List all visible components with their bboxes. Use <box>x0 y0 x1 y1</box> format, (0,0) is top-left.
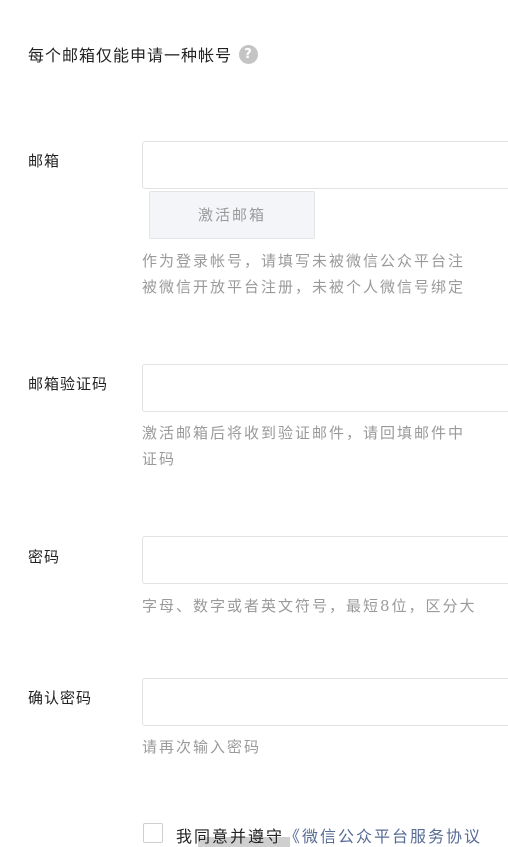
email-tip-line-1: 作为登录帐号，请填写未被微信公众平台注 <box>142 252 466 270</box>
account-notice: 每个邮箱仅能申请一种帐号 ? <box>28 42 259 66</box>
verify-code-label: 邮箱验证码 <box>28 375 109 393</box>
verify-code-tip-line-1: 激活邮箱后将收到验证邮件，请回填邮件中 <box>142 424 466 442</box>
email-label: 邮箱 <box>28 152 61 170</box>
agreement-text: 我同意并遵守《微信公众平台服务协议 <box>176 823 482 847</box>
confirm-password-input[interactable] <box>142 678 508 726</box>
email-input[interactable] <box>142 141 508 189</box>
activate-email-button[interactable]: 激活邮箱 <box>149 191 315 239</box>
service-agreement-link[interactable]: 《微信公众平台服务协议 <box>284 827 482 846</box>
agree-checkbox[interactable] <box>143 823 163 843</box>
email-tip-line-2: 被微信开放平台注册，未被个人微信号绑定 <box>142 278 466 296</box>
verify-code-input[interactable] <box>142 364 508 412</box>
password-label: 密码 <box>28 548 61 566</box>
agreement-prefix: 我同意并遵守 <box>176 827 285 846</box>
email-tip: 作为登录帐号，请填写未被微信公众平台注 被微信开放平台注册，未被个人微信号绑定 <box>142 248 465 300</box>
password-input[interactable] <box>142 536 508 584</box>
verify-code-tip-line-2: 证码 <box>142 450 177 468</box>
help-icon[interactable]: ? <box>239 44 259 64</box>
verify-code-tip: 激活邮箱后将收到验证邮件，请回填邮件中 证码 <box>142 420 465 472</box>
confirm-password-tip: 请再次输入密码 <box>142 738 262 756</box>
confirm-password-label: 确认密码 <box>28 689 93 707</box>
account-notice-text: 每个邮箱仅能申请一种帐号 <box>28 46 233 65</box>
password-tip: 字母、数字或者英文符号，最短8位，区分大 <box>142 597 477 615</box>
